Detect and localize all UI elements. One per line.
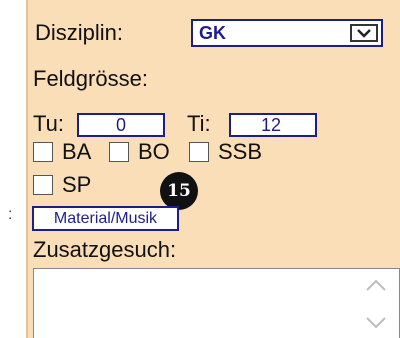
step-number-badge: 15 [160,172,198,210]
zusatzgesuch-textarea[interactable] [33,268,400,338]
checkbox-sp-label: SP [62,172,92,197]
ti-input[interactable]: 12 [229,113,317,137]
checkbox-ba[interactable] [33,142,53,162]
disziplin-selected-value: GK [199,23,226,43]
checkbox-ssb-label: SSB [218,139,263,164]
tu-label: Tu: [33,111,64,136]
checkbox-ssb[interactable] [189,142,209,162]
zusatzgesuch-label: Zusatzgesuch: [33,237,177,262]
disziplin-label: Disziplin: [35,20,124,45]
feldgroesse-label: Feldgrösse: [33,66,148,91]
tu-input[interactable]: 0 [77,113,165,137]
disziplin-select[interactable]: GK [191,19,383,47]
chevron-down-icon[interactable] [363,313,389,333]
checkbox-ba-label: BA [62,139,92,164]
ti-label: Ti: [187,111,211,136]
left-strip [0,0,26,338]
left-edge-mark: : [8,206,13,223]
chevron-down-icon[interactable] [350,24,378,42]
checkbox-bo[interactable] [109,142,129,162]
checkbox-sp[interactable] [33,175,53,195]
material-musik-button[interactable]: Material/Musik [32,206,179,231]
checkbox-bo-label: BO [138,139,170,164]
chevron-up-icon[interactable] [363,275,389,295]
